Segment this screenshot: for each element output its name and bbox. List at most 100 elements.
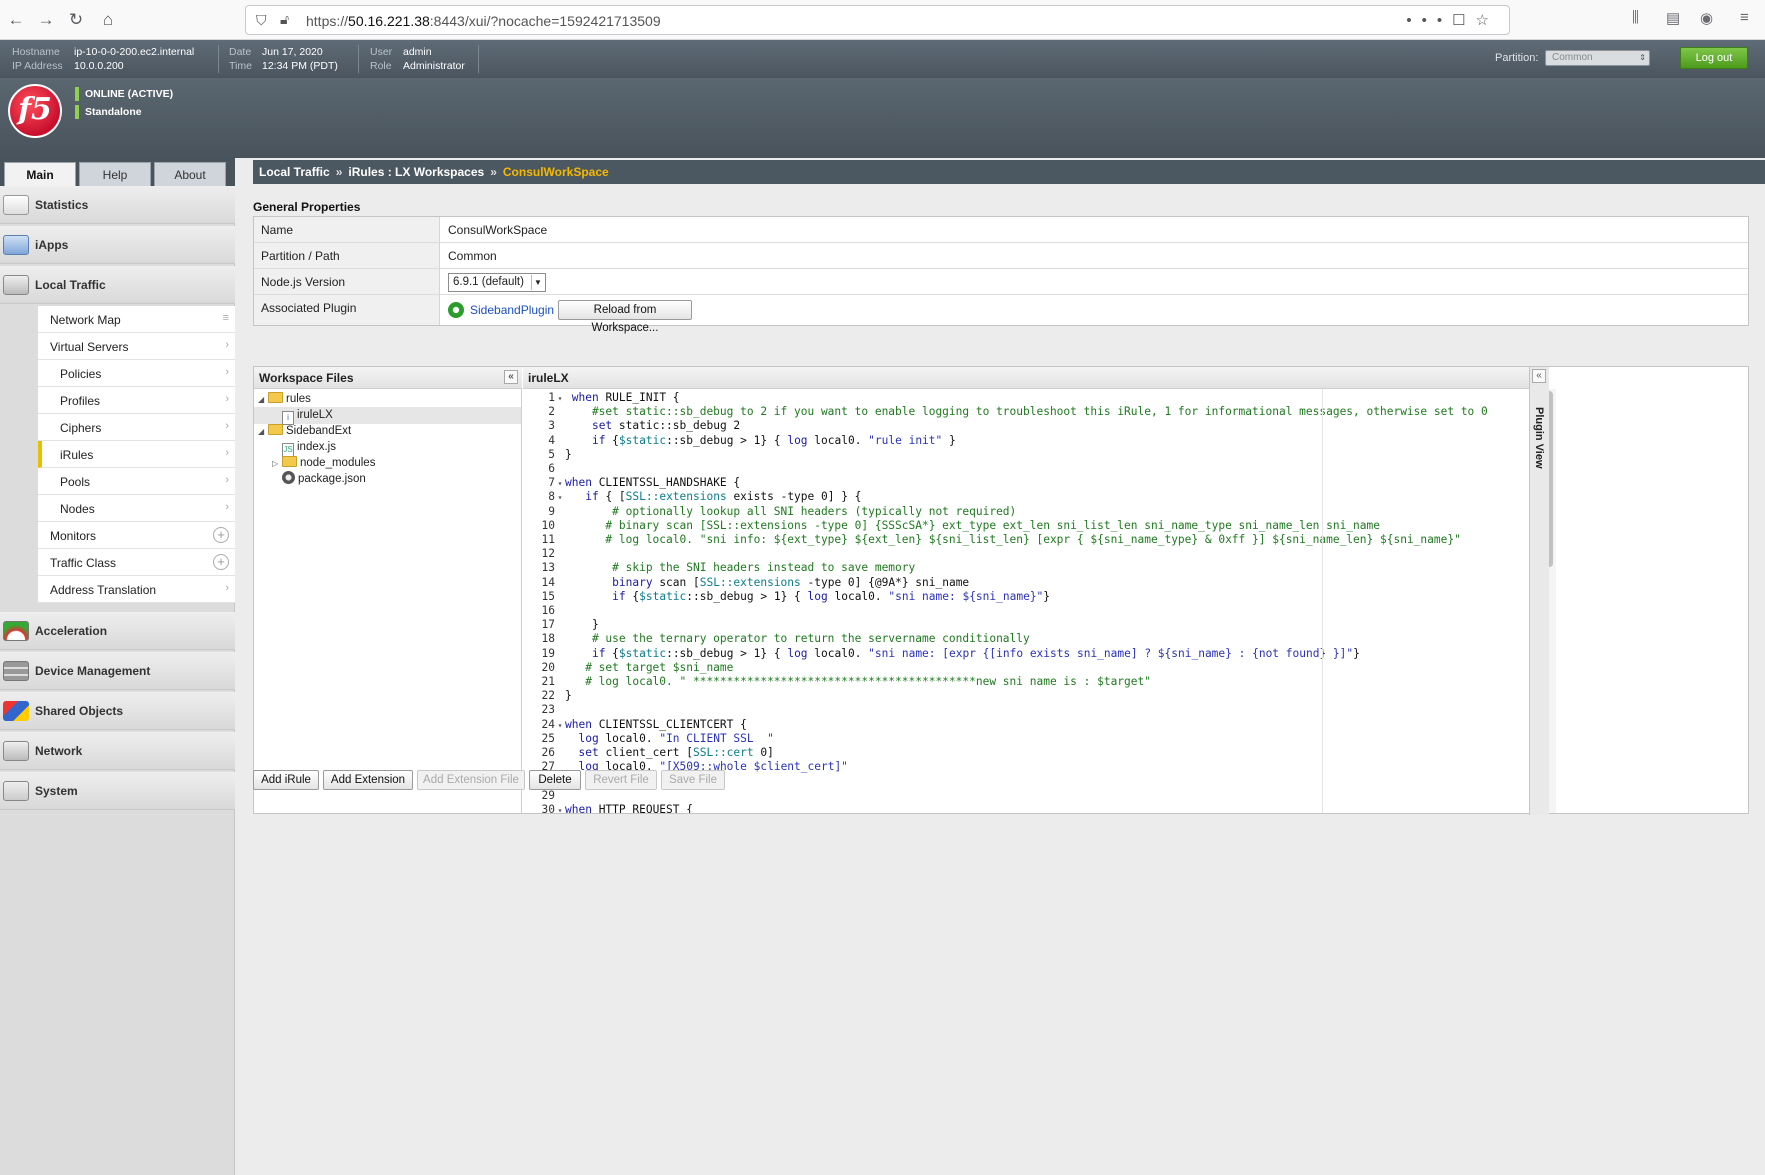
url-text[interactable]: https://50.16.221.38:8443/xui/?nocache=1… <box>306 13 661 29</box>
sidebar-item-shared-objects[interactable]: Shared Objects <box>0 692 235 730</box>
lock-warning-icon[interactable]: 🔓︎ <box>280 11 289 28</box>
code-line[interactable]: 19 if {$static::sb_debug > 1} { log loca… <box>523 647 1360 661</box>
code-line[interactable]: 20 # set target $sni_name <box>523 661 734 675</box>
code-line[interactable]: 4 if {$static::sb_debug > 1} { log local… <box>523 434 956 448</box>
folder-icon <box>268 424 283 435</box>
sidebar-item-ciphers[interactable]: Ciphers › <box>38 414 235 441</box>
home-icon[interactable]: ⌂ <box>96 8 120 32</box>
page-actions-icon[interactable]: •••☐☆ <box>1406 11 1499 29</box>
sidebar-item-iapps[interactable]: iApps <box>0 226 235 264</box>
forward-icon[interactable]: → <box>34 8 58 32</box>
code-line[interactable]: 5} <box>523 448 572 462</box>
code-editor[interactable]: 1 ▾ when RULE_INIT {2 #set static::sb_deb… <box>523 389 1572 813</box>
sidebar-item-acceleration[interactable]: Acceleration <box>0 612 235 650</box>
back-icon[interactable]: ← <box>4 8 28 32</box>
fold-icon[interactable]: ▾ <box>555 491 565 505</box>
sidebar-item-nodes[interactable]: Nodes › <box>38 495 235 522</box>
sidebar-item-profiles[interactable]: Profiles › <box>38 387 235 414</box>
fold-icon[interactable]: ▾ <box>555 477 565 491</box>
logout-button[interactable]: Log out <box>1680 47 1748 69</box>
delete-button[interactable]: Delete <box>529 770 581 790</box>
code-line[interactable]: 2 #set static::sb_debug to 2 if you want… <box>523 405 1488 419</box>
collapse-files-icon[interactable]: « <box>504 370 518 384</box>
address-bar[interactable]: ⛉ 🔓︎ https://50.16.221.38:8443/xui/?noca… <box>245 5 1510 35</box>
add-icon[interactable]: + <box>213 527 229 543</box>
code-line[interactable]: 22} <box>523 689 572 703</box>
save-file-button[interactable]: Save File <box>661 770 725 790</box>
fold-icon[interactable]: ▾ <box>555 719 565 733</box>
sidebar-item-traffic-class[interactable]: Traffic Class + <box>38 549 235 576</box>
code-line[interactable]: 3 set static::sb_debug 2 <box>523 419 740 433</box>
code-line[interactable]: 14 binary scan [SSL::extensions -type 0]… <box>523 576 970 590</box>
code-line[interactable]: 17 } <box>523 618 599 632</box>
code-line[interactable]: 12 <box>523 547 565 561</box>
revert-file-button[interactable]: Revert File <box>585 770 657 790</box>
nodejs-version-select[interactable]: 6.9.1 (default) ▼ <box>448 273 546 292</box>
code-line[interactable]: 24 ▾ when CLIENTSSL_CLIENTCERT { <box>523 718 747 732</box>
plugin-view-panel[interactable]: « Plugin View <box>1529 367 1549 815</box>
code-line[interactable]: 30 ▾ when HTTP_REQUEST { <box>523 803 693 813</box>
status-standalone[interactable]: Standalone <box>75 105 142 119</box>
sidebar-item-system[interactable]: System <box>0 772 235 810</box>
add-extension-button[interactable]: Add Extension <box>323 770 413 790</box>
menu-icon[interactable]: ≡ <box>1740 9 1749 26</box>
breadcrumb-lx-workspaces[interactable]: iRules : LX Workspaces <box>348 165 484 179</box>
sidebar-item-address-translation[interactable]: Address Translation › <box>38 576 235 603</box>
tab-about[interactable]: About <box>154 162 226 186</box>
tree-file-packagejson[interactable]: package.json <box>282 471 366 488</box>
expand-plugin-view-icon[interactable]: « <box>1532 369 1546 383</box>
workspace-files-title: Workspace Files « <box>254 367 522 389</box>
partition-select[interactable]: Common ⇕ <box>1545 50 1650 66</box>
reload-from-workspace-button[interactable]: Reload from Workspace... <box>558 300 692 334</box>
code-line[interactable]: 13 # skip the SNI headers instead to sav… <box>523 561 916 575</box>
code-line[interactable]: 18 # use the ternary operator to return … <box>523 632 1030 646</box>
tab-main[interactable]: Main <box>4 162 76 186</box>
code-line[interactable]: 29 <box>523 789 565 803</box>
sidebar-item-network-map[interactable]: Network Map ≡ <box>38 306 235 333</box>
tree-file-irulelx[interactable]: i iruleLX <box>254 407 521 425</box>
account-icon[interactable]: ◉ <box>1700 9 1713 27</box>
plugin-link[interactable]: SidebandPlugin <box>470 303 554 317</box>
code-line[interactable]: 9 # optionally lookup all SNI headers (t… <box>523 505 1016 519</box>
add-icon[interactable]: + <box>213 554 229 570</box>
code-line[interactable]: 21 # log local0. " *********************… <box>523 675 1151 689</box>
line-number: 9 <box>548 504 555 518</box>
fold-icon[interactable]: ▾ <box>555 392 565 406</box>
fold-icon[interactable]: ▾ <box>555 804 565 813</box>
status-online[interactable]: ONLINE (ACTIVE) <box>75 87 173 101</box>
code-line[interactable]: 1 ▾ when RULE_INIT { <box>523 391 679 406</box>
shield-icon[interactable]: ⛉ <box>256 12 267 29</box>
code-line[interactable]: 10 # binary scan [SSL::extensions -type … <box>523 519 1380 533</box>
sidebar-item-network[interactable]: Network <box>0 732 235 770</box>
code-line[interactable]: 25 log local0. "In CLIENT SSL " <box>523 732 774 746</box>
code-line[interactable]: 26 set client_cert [SSL::cert 0] <box>523 746 774 760</box>
code-line[interactable]: 15 if {$static::sb_debug > 1} { log loca… <box>523 590 1051 604</box>
sidebar-item-device-management[interactable]: Device Management <box>0 652 235 690</box>
code-line[interactable]: 8 ▾ if { [SSL::extensions exists -type 0]… <box>523 490 861 504</box>
breadcrumb-local-traffic[interactable]: Local Traffic <box>259 165 330 179</box>
tree-folder-rules[interactable]: ◢ rules <box>258 391 311 408</box>
sidebar-item-irules[interactable]: iRules › <box>38 441 235 468</box>
ip-value: 10.0.0.200 <box>74 60 124 72</box>
f5-logo[interactable]: f5 <box>8 84 62 138</box>
sidebar-item-policies[interactable]: Policies › <box>38 360 235 387</box>
code-line[interactable]: 6 <box>523 462 565 476</box>
sidebar-item-statistics[interactable]: Statistics <box>0 186 235 224</box>
library-icon[interactable]: ⫼ <box>1632 9 1639 26</box>
tab-help[interactable]: Help <box>79 162 151 186</box>
add-extension-file-button[interactable]: Add Extension File <box>417 770 525 790</box>
tree-folder-node-modules[interactable]: ▷ node_modules <box>272 455 375 472</box>
code-line[interactable]: 11 # log local0. "sni info: ${ext_type} … <box>523 533 1461 547</box>
code-line[interactable]: 23 <box>523 703 565 717</box>
sidebar-item-pools[interactable]: Pools › <box>38 468 235 495</box>
add-irule-button[interactable]: Add iRule <box>253 770 319 790</box>
sidebar-item-virtual-servers[interactable]: Virtual Servers › <box>38 333 235 360</box>
tree-folder-sidebandext[interactable]: ◢ SidebandExt <box>258 423 351 440</box>
sidebar-item-monitors[interactable]: Monitors + <box>38 522 235 549</box>
reload-icon[interactable]: ↻ <box>64 8 88 32</box>
sidebar-toggle-icon[interactable]: ▤ <box>1666 9 1680 27</box>
tree-file-indexjs[interactable]: JS index.js <box>282 439 336 457</box>
code-line[interactable]: 7 ▾ when CLIENTSSL_HANDSHAKE { <box>523 476 740 490</box>
code-line[interactable]: 16 <box>523 604 565 618</box>
sidebar-item-local-traffic[interactable]: Local Traffic <box>0 266 235 304</box>
